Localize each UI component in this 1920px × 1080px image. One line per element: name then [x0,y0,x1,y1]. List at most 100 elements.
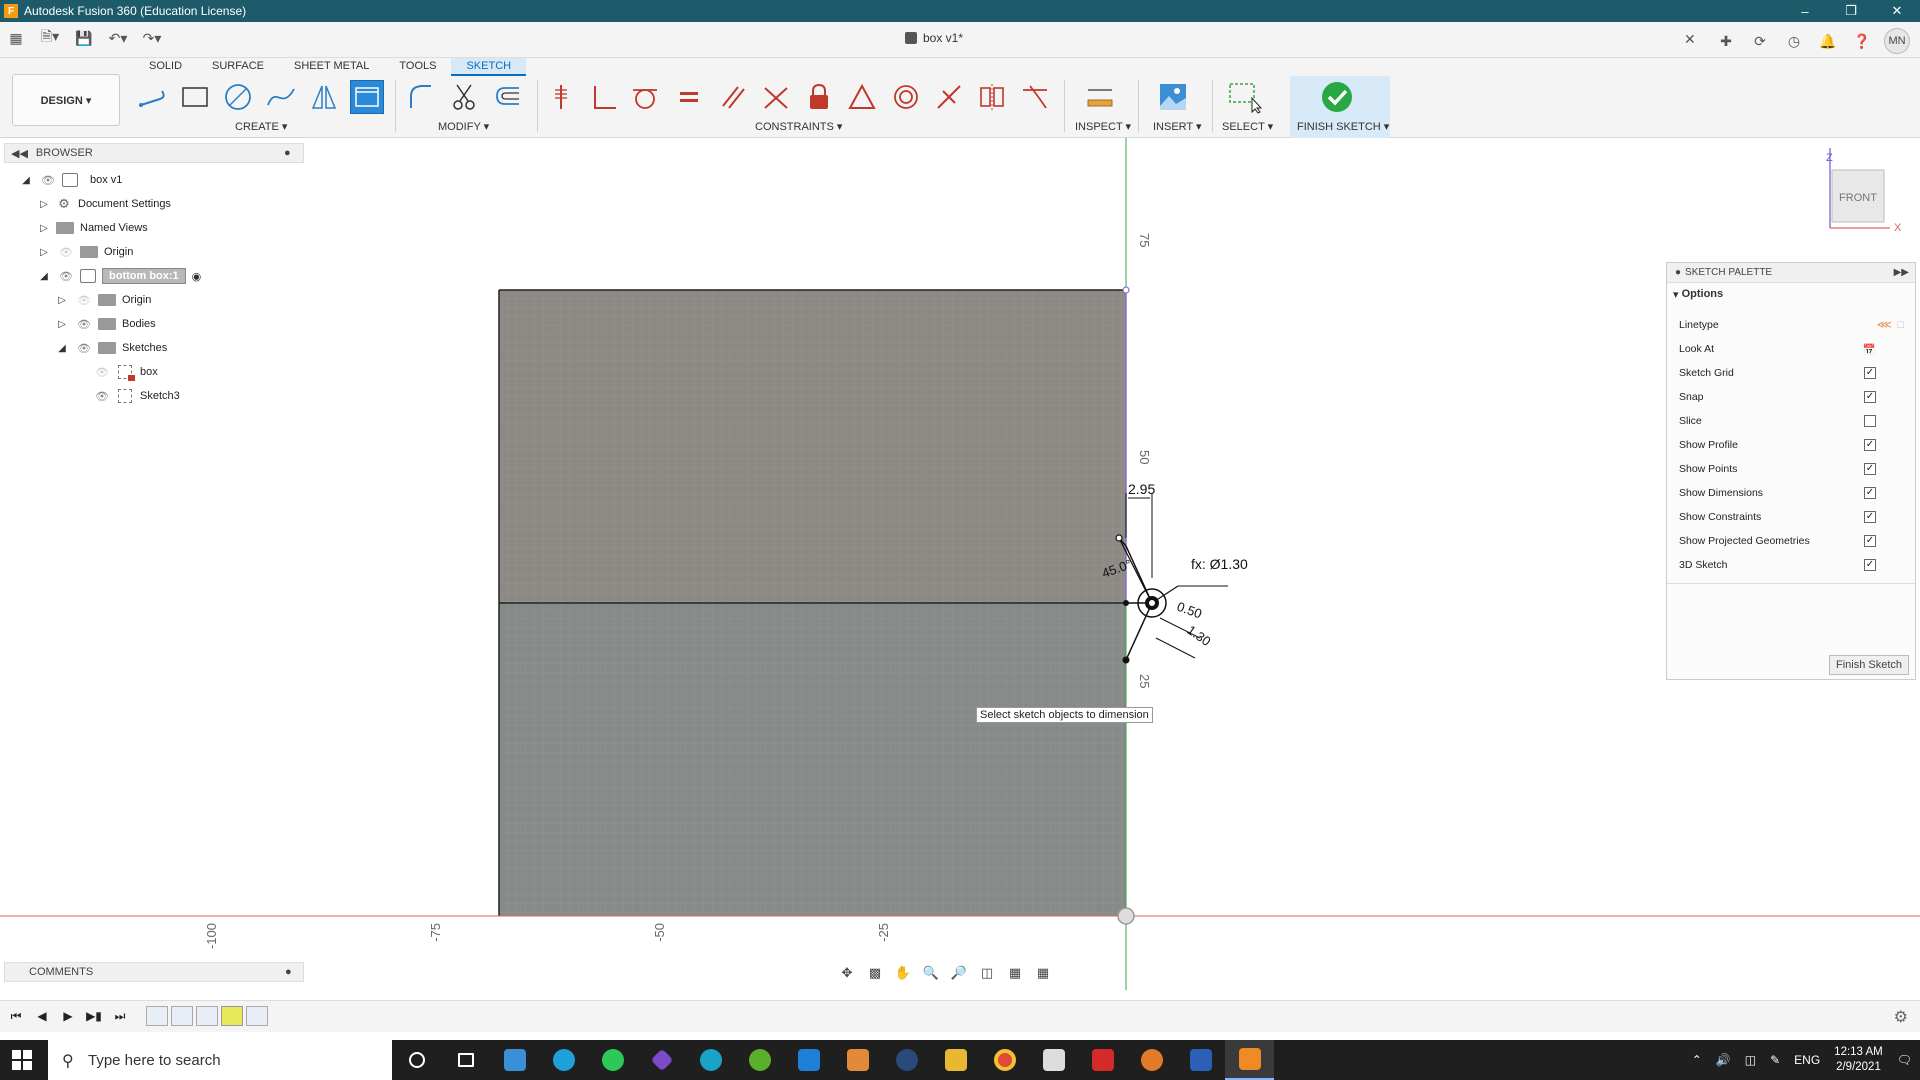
orbit-icon[interactable]: ✥ [836,964,858,982]
dimension-0-50[interactable]: 0.50 [1175,599,1204,622]
visibility-eye-icon[interactable]: 👁 [94,390,110,403]
undo-icon[interactable]: ↶▾ [108,28,128,48]
fillet-tool-icon[interactable] [403,80,437,114]
tree-item-named-views[interactable]: ▷ Named Views [38,218,148,238]
steam-icon[interactable] [882,1040,931,1080]
new-tab-plus-icon[interactable]: ✚ [1714,29,1738,53]
dimension-2-95[interactable]: 2.95 [1128,481,1155,497]
dimension-diameter-1-30[interactable]: fx: Ø1.30 [1191,556,1248,572]
document-tab[interactable]: box v1* [905,31,963,45]
file-menu-icon[interactable]: 🗎▾ [40,28,60,48]
viewport-canvas[interactable]: 75 50 25 -100 -75 -50 -25 2.95 fx: Ø1.30… [0,138,1920,990]
tree-item-bottom-box-component[interactable]: ◢ 👁 bottom box:1 ◉ [38,266,201,286]
taskbar-search-box[interactable]: ⚲ Type here to search [48,1040,392,1080]
tree-item-sketches[interactable]: ◢ 👁 Sketches [56,338,167,358]
tray-chevron-up-icon[interactable]: ⌃ [1692,1053,1702,1067]
visibility-eye-icon[interactable]: 👁 [58,270,74,283]
timeline-last-icon[interactable]: ⏭ [112,1007,128,1025]
3d-sketch-checkbox[interactable]: ✓ [1864,559,1876,571]
finish-sketch-group-label[interactable]: FINISH SKETCH ▾ [1297,120,1389,133]
sketch-drawing[interactable]: 75 50 25 -100 -75 -50 -25 2.95 fx: Ø1.30… [0,138,1920,990]
acrobat-icon[interactable] [1078,1040,1127,1080]
timeline-settings-gear-icon[interactable]: ⚙ [1894,1007,1908,1027]
pen-icon[interactable]: ✎ [1770,1053,1780,1067]
spline-tool-icon[interactable] [264,80,298,114]
minimize-button[interactable]: – [1782,0,1828,22]
insert-image-icon[interactable] [1156,80,1190,114]
show-projected-checkbox[interactable]: ✓ [1864,535,1876,547]
timeline-feature-sketch[interactable] [246,1006,268,1026]
rectangle-tool-icon[interactable] [178,80,212,114]
expand-triangle-icon[interactable]: ▷ [38,246,50,258]
system-clock[interactable]: 12:13 AM 2/9/2021 [1834,1045,1883,1075]
slice-checkbox[interactable] [1864,415,1876,427]
fusion-360-taskbar-icon[interactable] [1225,1040,1274,1080]
timeline-feature-current-sketch[interactable] [221,1006,243,1026]
timeline-feature-sketch[interactable] [146,1006,168,1026]
timeline-previous-icon[interactable]: ◀ [34,1007,50,1025]
notification-center-icon[interactable]: 🗨 [1897,1053,1912,1067]
fix-lock-icon[interactable] [802,80,836,114]
sketch-grid-checkbox[interactable]: ✓ [1864,367,1876,379]
comments-panel[interactable]: COMMENTS ● [4,962,304,982]
timeline-feature-extrude[interactable] [171,1006,193,1026]
origin-point[interactable] [1117,907,1135,925]
grid-settings-icon[interactable]: ▦ [1004,964,1026,982]
expand-triangle-icon[interactable]: ▷ [38,198,50,210]
microsoft-store-icon[interactable] [490,1040,539,1080]
show-profile-checkbox[interactable]: ✓ [1864,439,1876,451]
select-group-label[interactable]: SELECT ▾ [1222,120,1273,133]
comments-add-icon[interactable]: ● [285,966,292,978]
timeline-first-icon[interactable]: ⏮ [8,1007,24,1025]
concentric-constraint-icon[interactable] [889,80,923,114]
tree-item-document-settings[interactable]: ▷ ⚙ Document Settings [38,194,171,214]
tree-item-sketch-box[interactable]: 👁 box [94,362,158,382]
coincident-constraint-icon[interactable] [759,80,793,114]
workspace-switcher-button[interactable]: DESIGN ▾ [12,74,120,126]
circle-tool-icon[interactable] [221,80,255,114]
tab-sheet-metal[interactable]: SHEET METAL [279,58,384,76]
insert-group-label[interactable]: INSERT ▾ [1153,120,1202,133]
project-tool-icon[interactable] [350,80,384,114]
snap-checkbox[interactable]: ✓ [1864,391,1876,403]
curvature-constraint-icon[interactable] [1018,80,1052,114]
trim-scissors-icon[interactable] [447,80,481,114]
viewcube-face-label[interactable]: FRONT [1839,192,1877,204]
timeline-play-icon[interactable]: ▶ [60,1007,76,1025]
volume-icon[interactable]: 🔊 [1716,1053,1731,1067]
network-icon[interactable]: ◫ [1745,1053,1756,1067]
help-icon[interactable]: ❓ [1850,29,1874,53]
inkscape-icon[interactable] [1029,1040,1078,1080]
mirror-tool-icon[interactable] [307,80,341,114]
redo-icon[interactable]: ↷▾ [142,28,162,48]
collapse-triangle-icon[interactable]: ◢ [38,270,50,282]
tab-sketch[interactable]: SKETCH [451,58,527,76]
visibility-eye-icon[interactable]: 👁 [76,342,92,355]
dimension-1-30[interactable]: 1.30 [1184,622,1213,649]
viewcube[interactable]: FRONT Z X [1826,148,1902,234]
show-dimensions-checkbox[interactable]: ✓ [1864,487,1876,499]
save-icon[interactable]: 💾 [74,28,94,48]
collapse-triangle-icon[interactable]: ◢ [56,342,68,354]
visibility-eye-icon[interactable]: 👁 [40,174,56,187]
fit-icon[interactable]: 🔎 [948,964,970,982]
line-tool-icon[interactable] [136,80,170,114]
hidden-eye-icon[interactable]: 👁 [76,294,92,307]
browser-options-icon[interactable]: ● [284,147,291,159]
user-avatar[interactable]: MN [1884,28,1910,54]
finish-sketch-check-icon[interactable] [1320,80,1354,114]
xbox-app-icon[interactable] [735,1040,784,1080]
tree-item-sketch3[interactable]: 👁 Sketch3 [94,386,180,406]
skype-icon[interactable] [539,1040,588,1080]
modify-group-label[interactable]: MODIFY ▾ [438,120,489,133]
constraints-group-label[interactable]: CONSTRAINTS ▾ [755,120,842,133]
measure-tool-icon[interactable] [1083,80,1117,114]
show-points-checkbox[interactable]: ✓ [1864,463,1876,475]
timeline-feature-extrude[interactable] [196,1006,218,1026]
look-at-nav-icon[interactable]: ▩ [864,964,886,982]
word-icon[interactable] [1176,1040,1225,1080]
hidden-eye-icon[interactable]: 👁 [58,246,74,259]
display-settings-icon[interactable]: ◫ [976,964,998,982]
hidden-eye-icon[interactable]: 👁 [94,366,110,379]
window-select-icon[interactable] [1228,80,1262,114]
